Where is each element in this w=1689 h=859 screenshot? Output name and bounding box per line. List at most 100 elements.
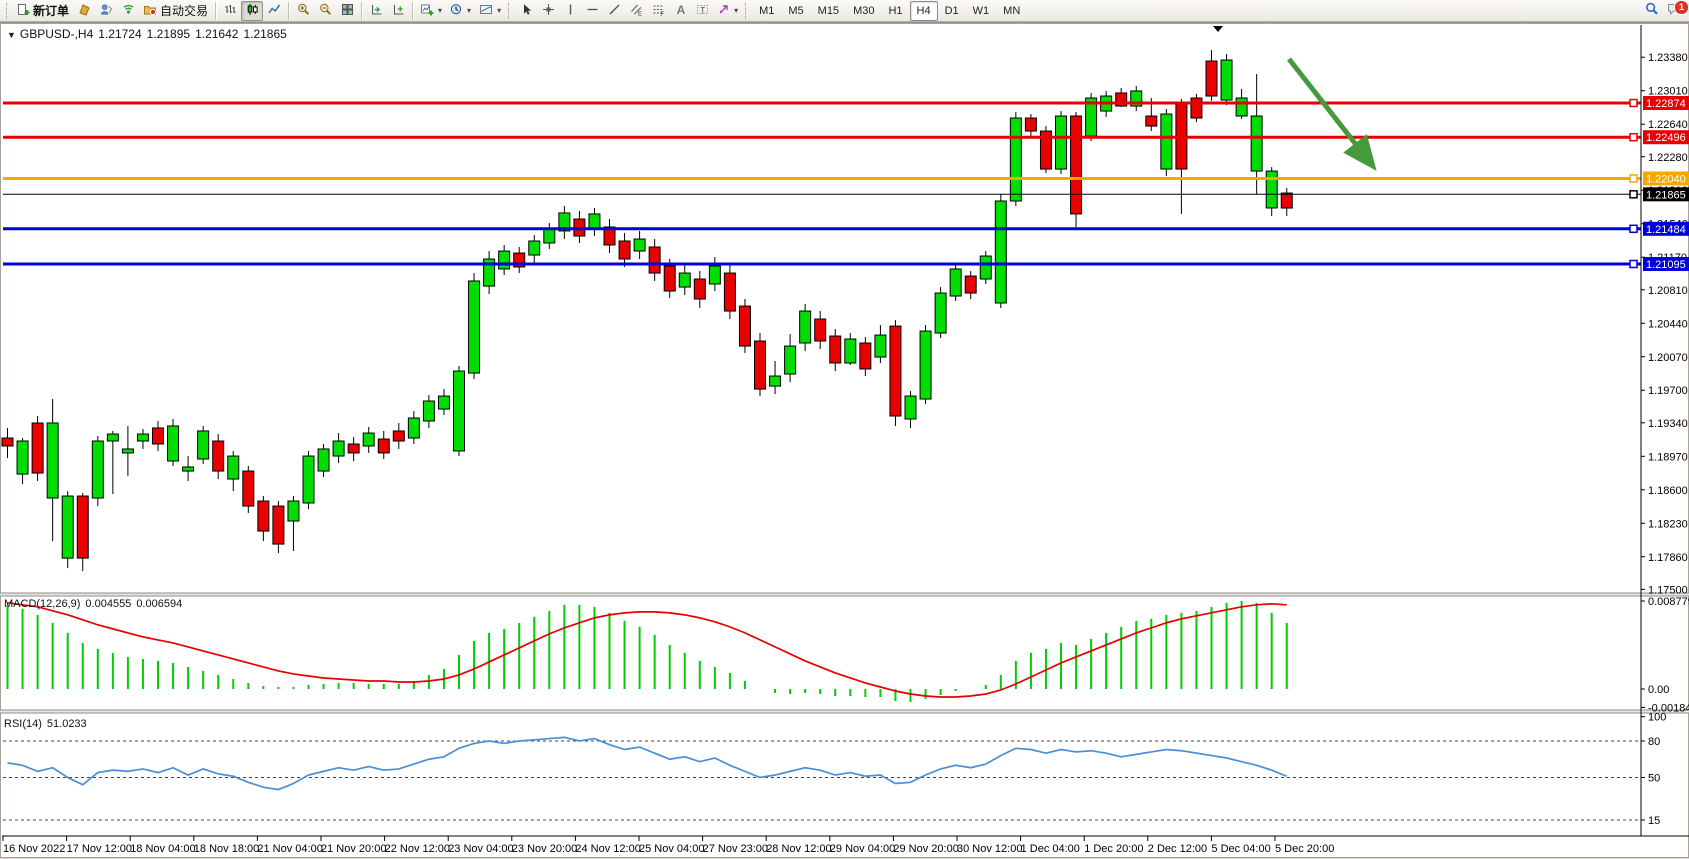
template-icon	[479, 3, 493, 19]
svg-text:A: A	[676, 3, 685, 16]
timeframe-button-M1[interactable]: M1	[752, 1, 781, 21]
text-label-icon: T	[696, 3, 709, 19]
search-icon	[1645, 2, 1659, 19]
navigator-button[interactable]	[95, 1, 117, 21]
crosshair-tool-button[interactable]	[537, 1, 559, 21]
time-tick-label: 23 Nov 20:00	[512, 843, 577, 855]
text-tool-button[interactable]: A	[669, 1, 691, 21]
timeframe-button-H4[interactable]: H4	[910, 1, 938, 21]
toolbar-drag-handle[interactable]	[745, 3, 749, 19]
auto-scroll-icon	[370, 3, 383, 19]
arrows-tool-button[interactable]: ▾	[713, 1, 742, 21]
channel-tool-button[interactable]: E	[625, 1, 647, 21]
signals-icon	[122, 3, 135, 19]
level-line-anchor[interactable]	[1630, 100, 1637, 107]
bar-chart-button[interactable]	[219, 1, 241, 21]
candle-up	[318, 449, 329, 471]
text-label-tool-button[interactable]: T	[691, 1, 713, 21]
level-line-anchor[interactable]	[1630, 175, 1637, 182]
chart-shift-button[interactable]	[387, 1, 409, 21]
candle-down	[724, 273, 735, 311]
time-tick-label: 23 Nov 04:00	[448, 843, 513, 855]
toolbar-drag-handle[interactable]	[508, 3, 512, 19]
time-tick-label: 5 Dec 20:00	[1275, 843, 1334, 855]
toolbar-separator	[361, 2, 362, 20]
periods-button[interactable]: ▾	[446, 1, 475, 21]
dropdown-caret: ▾	[438, 6, 442, 15]
candle-up	[845, 339, 856, 363]
search-button[interactable]	[1641, 1, 1663, 21]
candle-up	[709, 266, 720, 284]
horizontal-line-icon	[586, 3, 599, 19]
candle-up	[47, 423, 58, 498]
toolbar-drag-handle[interactable]	[6, 3, 10, 19]
candle-down	[243, 471, 254, 506]
level-line-anchor[interactable]	[1630, 260, 1637, 267]
new-chart-icon	[420, 3, 434, 19]
candle-down	[2, 438, 13, 446]
time-tick-label: 30 Nov 12:00	[957, 843, 1022, 855]
horizontal-line-tool-button[interactable]	[581, 1, 603, 21]
candle-up	[529, 241, 540, 255]
trend-arrow[interactable]	[1289, 59, 1372, 165]
candle-up	[303, 456, 314, 503]
tile-windows-button[interactable]	[336, 1, 358, 21]
candle-down	[1191, 98, 1202, 118]
time-tick-label: 24 Nov 12:00	[575, 843, 640, 855]
auto-trading-button[interactable]: 自动交易	[139, 1, 212, 21]
time-tick-label: 1 Dec 04:00	[1021, 843, 1080, 855]
candle-up	[1221, 60, 1232, 100]
chart-window-border	[1, 24, 1689, 858]
toolbar-separator	[412, 2, 413, 20]
new-chart-button[interactable]: ▾	[416, 1, 446, 21]
auto-scroll-button[interactable]	[365, 1, 387, 21]
candlestick-chart-icon	[246, 3, 259, 19]
level-line-anchor[interactable]	[1630, 134, 1637, 141]
notifications-button[interactable]: 1	[1663, 1, 1686, 21]
time-tick-label: 16 Nov 2022	[3, 843, 65, 855]
zoom-in-button[interactable]	[292, 1, 314, 21]
candle-down	[1281, 193, 1292, 208]
zoom-out-button[interactable]	[314, 1, 336, 21]
timeframe-button-MN[interactable]: MN	[996, 1, 1027, 21]
cursor-tool-button[interactable]	[515, 1, 537, 21]
trendline-tool-button[interactable]	[603, 1, 625, 21]
timeframe-button-D1[interactable]: D1	[938, 1, 966, 21]
timeframe-button-M30[interactable]: M30	[846, 1, 881, 21]
candle-up	[1010, 118, 1021, 201]
chart-shift-marker[interactable]	[1213, 26, 1223, 32]
level-price-label: 1.22040	[1646, 173, 1686, 185]
level-line-anchor[interactable]	[1630, 191, 1637, 198]
time-tick-label: 27 Nov 23:00	[703, 843, 768, 855]
candle-down	[890, 326, 901, 416]
auto-trading-icon	[143, 3, 157, 19]
timeframe-button-H1[interactable]: H1	[881, 1, 909, 21]
time-tick-label: 25 Nov 04:00	[639, 843, 704, 855]
rsi-tick-label: 80	[1648, 736, 1660, 748]
candlestick-chart-button[interactable]	[241, 1, 263, 21]
signals-button[interactable]	[117, 1, 139, 21]
new-order-button[interactable]: 新订单	[13, 1, 73, 21]
macd-tick-label: 0.008779	[1648, 596, 1689, 608]
zoom-out-icon	[319, 3, 332, 19]
equidistant-channel-icon: E	[630, 3, 643, 19]
candle-up	[1161, 114, 1172, 169]
crosshair-icon	[542, 3, 555, 19]
line-chart-button[interactable]	[263, 1, 285, 21]
candle-up	[995, 201, 1006, 303]
candle-up	[438, 396, 449, 409]
chart-canvas[interactable]: 1.233801.230101.226401.222801.219101.215…	[0, 23, 1689, 859]
price-tick-label: 1.18600	[1648, 485, 1688, 497]
timeframe-button-W1[interactable]: W1	[966, 1, 997, 21]
candle-up	[408, 418, 419, 438]
timeframe-button-M15[interactable]: M15	[811, 1, 846, 21]
fibonacci-tool-button[interactable]: F	[647, 1, 669, 21]
timeframe-button-M5[interactable]: M5	[781, 1, 810, 21]
market-watch-button[interactable]	[73, 1, 95, 21]
price-tick-label: 1.20070	[1648, 352, 1688, 364]
level-line-anchor[interactable]	[1630, 225, 1637, 232]
vertical-line-tool-button[interactable]	[559, 1, 581, 21]
candle-up	[17, 441, 28, 474]
toolbar-separator	[215, 2, 216, 20]
templates-button[interactable]: ▾	[475, 1, 505, 21]
